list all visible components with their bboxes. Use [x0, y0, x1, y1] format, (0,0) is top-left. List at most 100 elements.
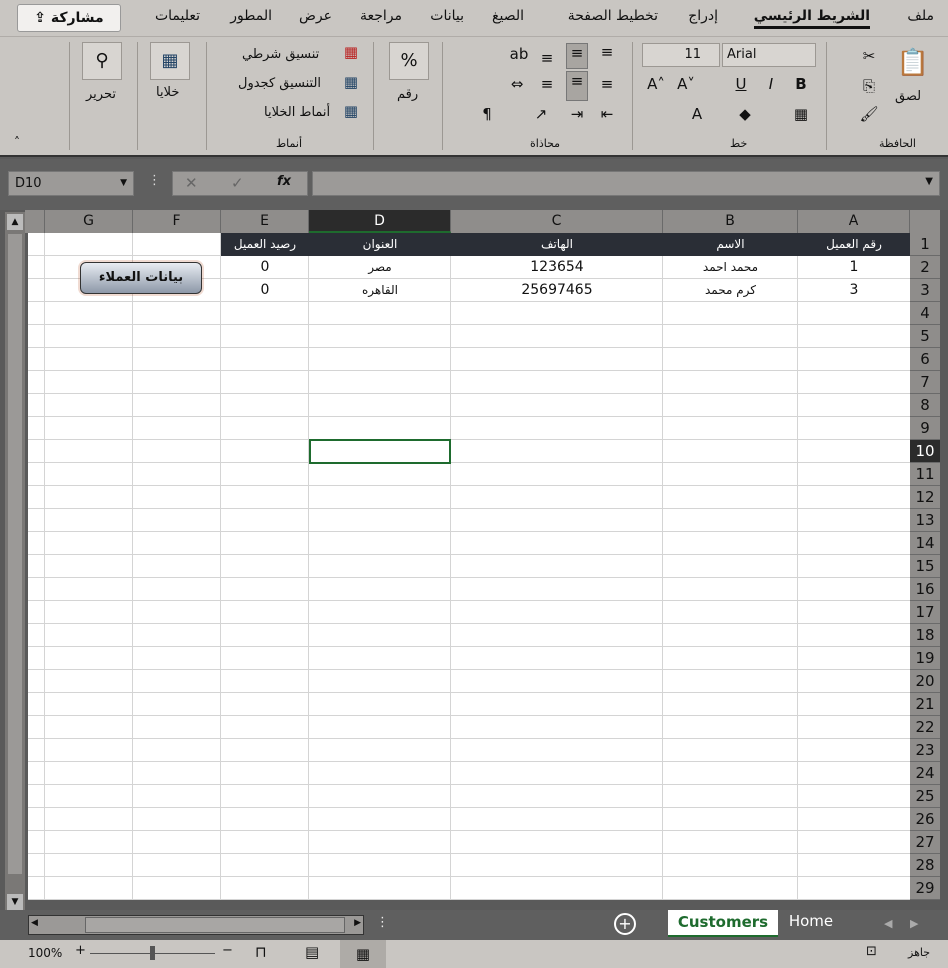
percent-icon[interactable]: % [389, 42, 429, 80]
row-header[interactable]: 26 [910, 808, 940, 831]
row-header[interactable]: 10 [910, 440, 940, 463]
number-format-button[interactable]: رقم [397, 87, 418, 102]
header-cell[interactable]: العنوان [309, 233, 451, 256]
row-header[interactable]: 4 [910, 302, 940, 325]
tab-developer[interactable]: المطور [230, 8, 272, 24]
zoom-level[interactable]: 100% [28, 946, 62, 960]
font-name-select[interactable]: Arial [722, 43, 816, 67]
header-cell[interactable]: رقم العميل [798, 233, 910, 256]
prev-sheet-icon[interactable]: ◀ [884, 917, 892, 930]
horizontal-scroll-thumb[interactable] [85, 917, 345, 933]
horizontal-scrollbar[interactable]: ◀ ▶ [28, 915, 364, 935]
column-header-E[interactable]: E [221, 210, 309, 233]
align-bottom-icon[interactable]: ≡ [596, 43, 618, 61]
row-header[interactable]: 18 [910, 624, 940, 647]
fill-color-icon[interactable]: ◆ [734, 105, 756, 123]
row-header[interactable]: 19 [910, 647, 940, 670]
tab-view[interactable]: عرض [299, 8, 332, 24]
collapse-ribbon-icon[interactable]: ˄ [6, 135, 28, 149]
tab-file[interactable]: ملف [907, 8, 934, 24]
tab-data[interactable]: بيانات [430, 8, 464, 24]
column-header-D[interactable]: D [309, 210, 451, 233]
cut-icon[interactable]: ✂ [858, 47, 880, 65]
row-header[interactable]: 5 [910, 325, 940, 348]
tab-formulas[interactable]: الصيغ [492, 8, 524, 24]
share-button[interactable]: ⇪ مشاركة [17, 4, 121, 32]
font-size-select[interactable]: 11 [642, 43, 720, 67]
row-header[interactable]: 1 [910, 233, 940, 256]
row-header[interactable]: 11 [910, 463, 940, 486]
orientation-icon[interactable]: ↗ [530, 105, 552, 123]
paste-icon[interactable]: 📋 [893, 45, 933, 91]
row-header[interactable]: 6 [910, 348, 940, 371]
row-header[interactable]: 29 [910, 877, 940, 900]
data-cell[interactable]: 1 [798, 256, 910, 279]
row-header[interactable]: 23 [910, 739, 940, 762]
column-header-A[interactable]: A [798, 210, 910, 233]
enter-icon[interactable]: ✓ [231, 174, 244, 192]
scroll-up-icon[interactable]: ▲ [7, 214, 23, 230]
decrease-indent-icon[interactable]: ⇥ [566, 105, 588, 123]
zoom-out-icon[interactable]: − [222, 943, 233, 958]
editing-button[interactable]: تحرير [86, 87, 116, 102]
formula-input[interactable]: ▼ [312, 171, 940, 196]
row-header[interactable]: 25 [910, 785, 940, 808]
cancel-icon[interactable]: ✕ [185, 174, 198, 192]
data-cell[interactable]: كرم محمد [663, 279, 798, 302]
row-header[interactable]: 27 [910, 831, 940, 854]
align-middle-icon[interactable]: ≡ [566, 43, 588, 69]
column-header-C[interactable]: C [451, 210, 663, 233]
vertical-scrollbar[interactable]: ▲ ▼ [5, 212, 25, 910]
worksheet-grid[interactable]: رقم العميل الاسم الهاتف العنوان رصيد العميل 1… [28, 233, 910, 900]
increase-indent-icon[interactable]: ⇤ [596, 105, 618, 123]
zoom-slider-thumb[interactable] [150, 946, 155, 960]
row-header[interactable]: 13 [910, 509, 940, 532]
sheet-tab-customers[interactable]: Customers [668, 910, 778, 937]
data-cell[interactable]: مصر [309, 256, 451, 279]
row-header[interactable]: 2 [910, 256, 940, 279]
merge-center-icon[interactable]: ⇔ [506, 75, 528, 93]
data-cell[interactable]: 123654 [451, 256, 663, 279]
insert-function-icon[interactable]: fx [277, 174, 291, 189]
scroll-down-icon[interactable]: ▼ [7, 894, 23, 910]
wrap-text-icon[interactable]: ab [508, 45, 530, 63]
tab-page-layout[interactable]: تخطيط الصفحة [568, 8, 658, 24]
add-sheet-button[interactable]: + [614, 913, 636, 935]
column-header-B[interactable]: B [663, 210, 798, 233]
align-top-icon[interactable]: ≡ [536, 49, 558, 67]
scroll-left-icon[interactable]: ◀ [31, 918, 38, 928]
tab-help[interactable]: تعليمات [155, 8, 200, 24]
accessibility-icon[interactable]: ⊡ [866, 944, 877, 959]
data-cell[interactable]: 3 [798, 279, 910, 302]
sheet-tab-home[interactable]: Home [782, 912, 840, 930]
tab-home[interactable]: الشريط الرئيسي [753, 8, 870, 29]
italic-button[interactable]: I [760, 75, 782, 93]
header-cell[interactable]: رصيد العميل [221, 233, 309, 256]
paste-button[interactable]: لصق [895, 89, 921, 104]
customers-data-shape-button[interactable]: بيانات العملاء [80, 262, 202, 294]
data-cell[interactable]: محمد احمد [663, 256, 798, 279]
row-header[interactable]: 17 [910, 601, 940, 624]
page-break-view-icon[interactable]: ⊓ [255, 943, 267, 961]
select-all-button[interactable] [910, 210, 940, 233]
copy-icon[interactable]: ⎘ [858, 77, 880, 95]
cells-icon[interactable]: ▦ [150, 42, 190, 80]
search-icon[interactable]: ⚲ [82, 42, 122, 80]
increase-font-icon[interactable]: A˄ [645, 75, 667, 93]
zoom-in-icon[interactable]: + [75, 943, 86, 958]
column-header-G[interactable]: G [45, 210, 133, 233]
row-header[interactable]: 28 [910, 854, 940, 877]
cells-button[interactable]: خلايا [156, 85, 179, 100]
tab-review[interactable]: مراجعة [360, 8, 402, 24]
text-direction-icon[interactable]: ¶ [476, 105, 498, 123]
column-header-partial[interactable] [28, 210, 45, 233]
name-box[interactable]: D10 ▼ [8, 171, 134, 196]
scroll-right-icon[interactable]: ▶ [354, 918, 361, 928]
format-as-table-button[interactable]: التنسيق كجدول [238, 76, 321, 91]
normal-view-icon[interactable]: ▦ [340, 940, 386, 968]
conditional-formatting-button[interactable]: تنسيق شرطي [242, 47, 319, 62]
row-header[interactable]: 3 [910, 279, 940, 302]
data-cell[interactable]: القاهره [309, 279, 451, 302]
selected-cell-D10[interactable] [309, 439, 451, 464]
format-painter-icon[interactable]: 🖌 [858, 105, 880, 123]
